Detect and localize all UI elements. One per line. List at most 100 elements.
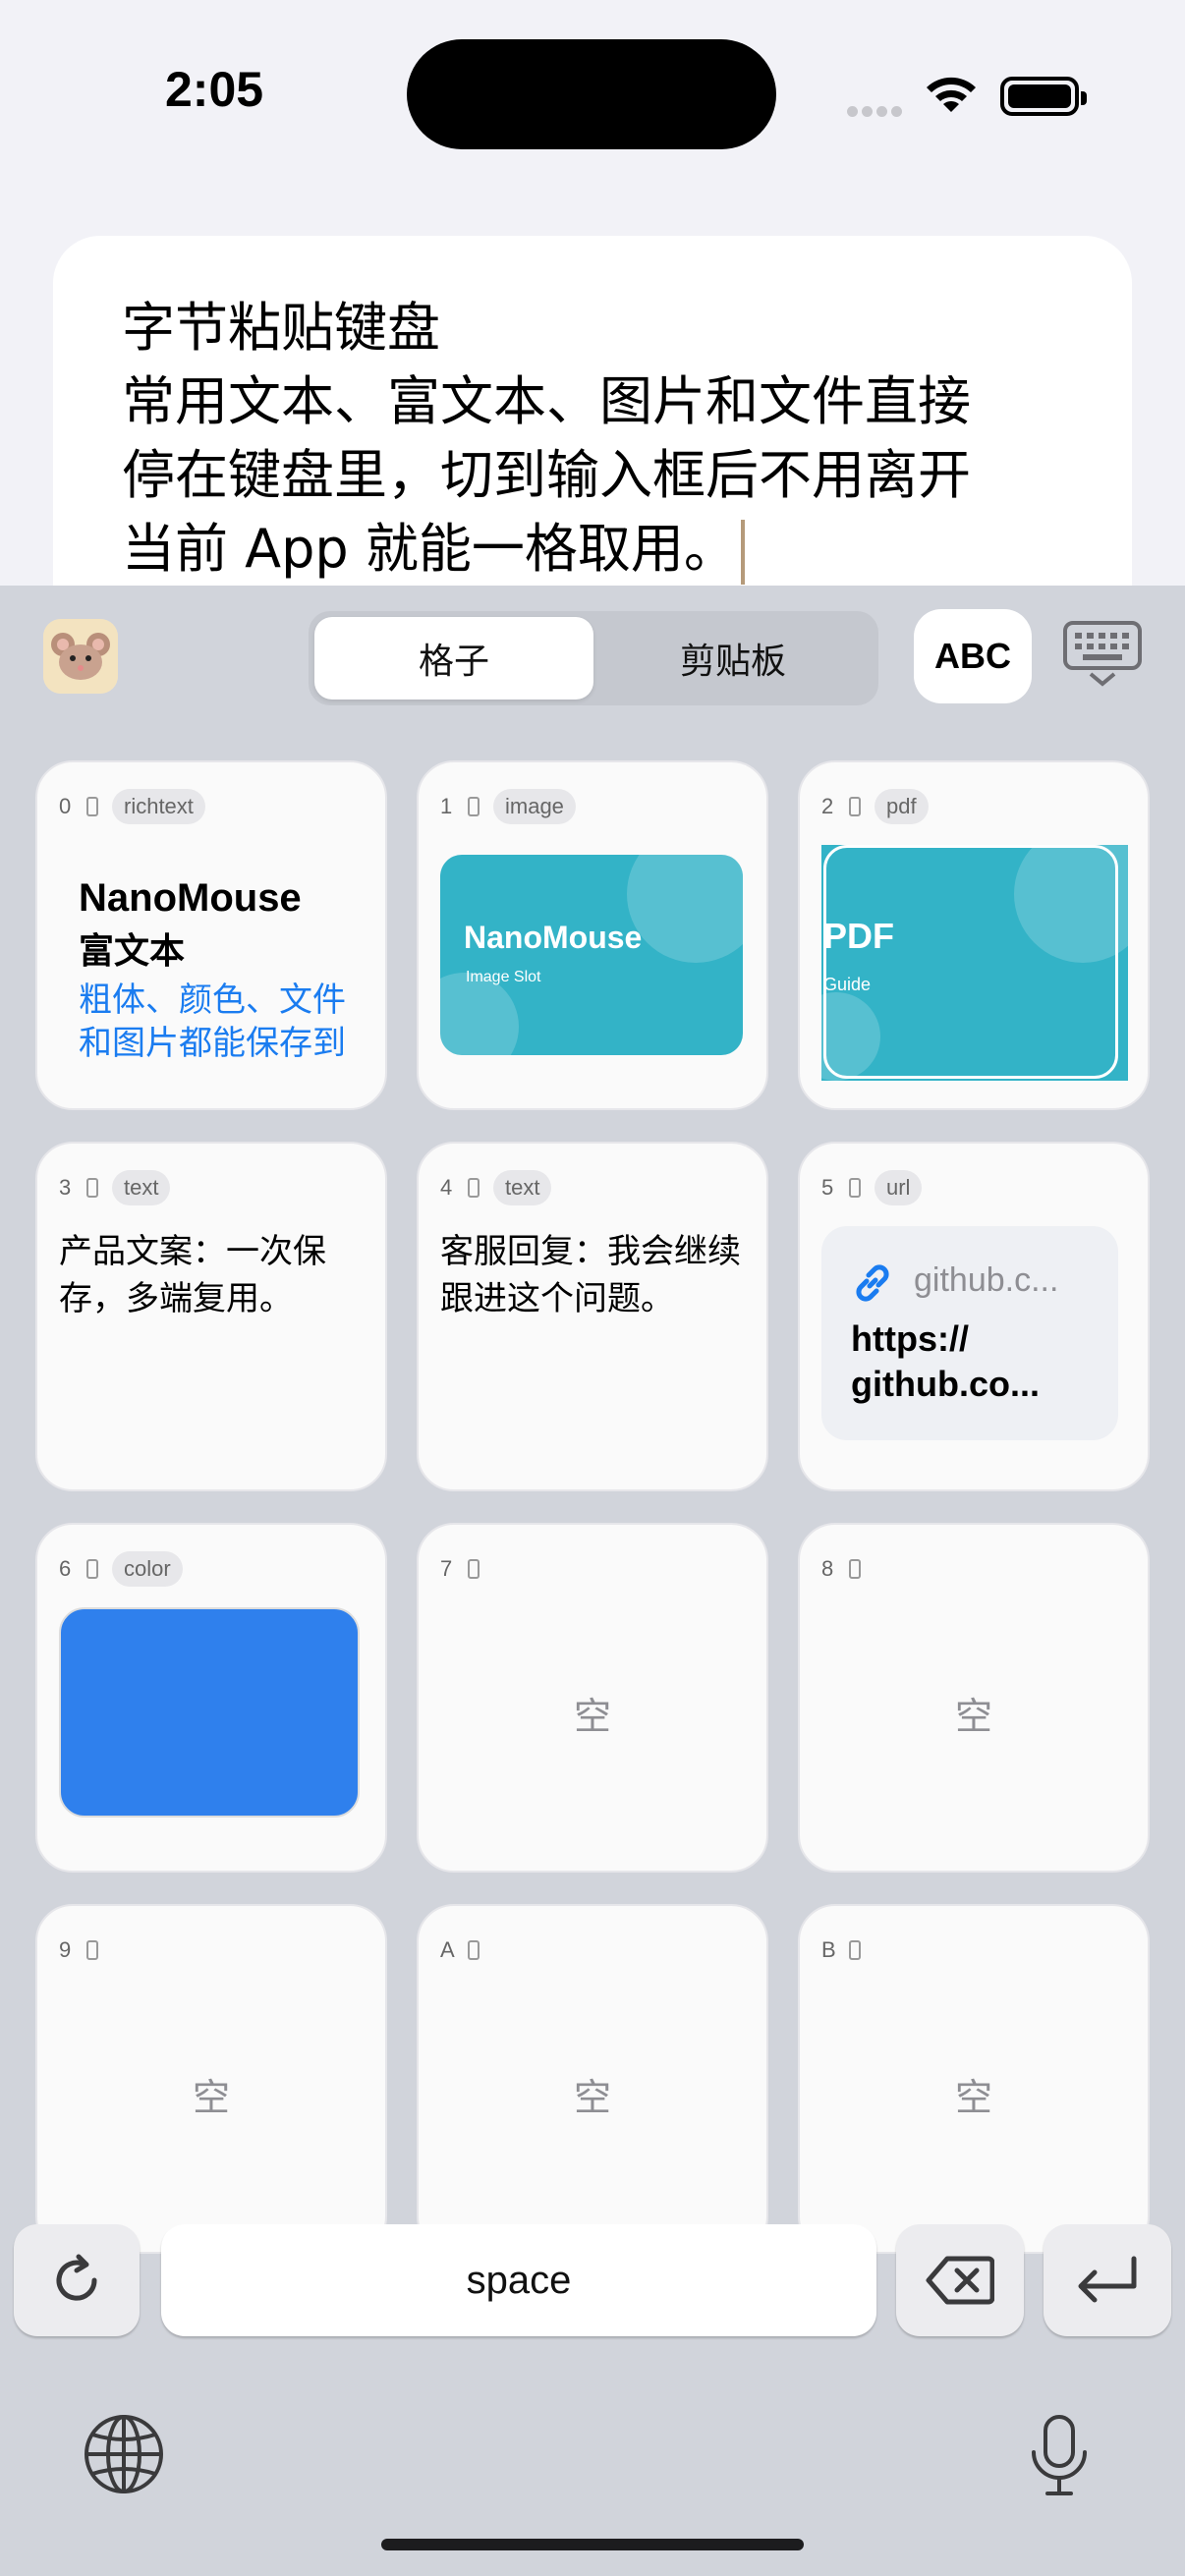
note-line: 停在键盘里，切到输入框后不用离开 xyxy=(122,444,971,506)
url-line: https:// xyxy=(851,1318,969,1359)
cell-header: 9 xyxy=(59,1932,112,1969)
text-caret xyxy=(740,520,745,586)
grid-cell-0[interactable]: 0 richtext NanoMouse 富文本 粗体、颜色、文件和图片都能保存… xyxy=(35,760,387,1110)
cell-index: 9 xyxy=(59,1937,72,1962)
cell-index: 6 xyxy=(59,1556,72,1581)
cell-index: 8 xyxy=(821,1556,834,1581)
cell-index: 7 xyxy=(440,1556,453,1581)
home-indicator xyxy=(381,2539,804,2550)
grid-cell-1[interactable]: 1 image NanoMouse Image Slot xyxy=(417,760,768,1110)
device-icon xyxy=(86,1559,98,1579)
device-icon xyxy=(849,1559,861,1579)
empty-label: 空 xyxy=(954,1695,992,1738)
pdf-thumbnail: PDF Guide xyxy=(821,845,1128,1081)
delete-key[interactable] xyxy=(896,2224,1024,2336)
device-icon xyxy=(86,1178,98,1198)
cell-header: 3 text xyxy=(59,1169,171,1206)
pdf-page-frame xyxy=(823,845,1118,1079)
grid-cell-b[interactable]: B 空 xyxy=(798,1904,1150,2254)
cell-type-tag: image xyxy=(493,789,576,824)
keyboard-toolbar: 格子 剪贴板 ABC xyxy=(0,586,1185,727)
cell-header: 8 xyxy=(821,1550,875,1588)
cell-header: 6 color xyxy=(59,1550,183,1588)
space-key[interactable]: space xyxy=(161,2224,876,2336)
grid-cell-9[interactable]: 9 空 xyxy=(35,1904,387,2254)
grid-cell-7[interactable]: 7 空 xyxy=(417,1523,768,1873)
note-line-last: 当前 App 就能一格取用。 xyxy=(122,512,1063,586)
cell-header: 2 pdf xyxy=(821,788,929,825)
mouse-app-icon[interactable] xyxy=(43,619,118,694)
empty-label: 空 xyxy=(192,2076,230,2119)
cell-type-tag: text xyxy=(112,1170,171,1205)
device-icon xyxy=(849,1940,861,1960)
device-icon xyxy=(468,1940,480,1960)
url-preview: github.c... https:// github.co... xyxy=(821,1226,1118,1440)
cell-header: 1 image xyxy=(440,788,576,825)
cell-type-tag: text xyxy=(493,1170,552,1205)
empty-label: 空 xyxy=(573,1695,611,1738)
image-title: NanoMouse xyxy=(464,920,643,955)
cell-index: 5 xyxy=(821,1175,834,1200)
richtext-preview: NanoMouse 富文本 粗体、颜色、文件和图片都能保存到格子 xyxy=(79,870,364,1069)
cell-header: 4 text xyxy=(440,1169,552,1206)
url-line: github.co... xyxy=(851,1364,1040,1404)
grid-cell-2[interactable]: 2 pdf PDF Guide xyxy=(798,760,1150,1110)
url-host: github.c... xyxy=(914,1261,1059,1299)
globe-icon[interactable] xyxy=(83,2413,165,2495)
link-icon xyxy=(856,1264,889,1302)
cell-type-tag: richtext xyxy=(112,789,205,824)
abc-button[interactable]: ABC xyxy=(914,609,1032,703)
keyboard-dismiss-icon[interactable] xyxy=(1061,619,1144,688)
empty-label: 空 xyxy=(573,2076,611,2119)
cellular-signal-icon xyxy=(847,102,906,117)
refresh-button[interactable] xyxy=(14,2224,140,2336)
device-icon xyxy=(468,1559,480,1579)
cell-index: 3 xyxy=(59,1175,72,1200)
grid-cell-8[interactable]: 8 空 xyxy=(798,1523,1150,1873)
device-icon xyxy=(468,797,480,816)
richtext-subtitle: 富文本 xyxy=(79,931,186,972)
text-preview: 产品文案：一次保存，多端复用。 xyxy=(59,1232,326,1318)
text-preview: 客服回复：我会继续跟进这个问题。 xyxy=(440,1232,741,1318)
dynamic-island xyxy=(407,39,776,149)
segment-clipboard[interactable]: 剪贴板 xyxy=(593,617,873,700)
cell-header: A xyxy=(440,1932,493,1969)
cell-index: 1 xyxy=(440,794,453,818)
richtext-body: 粗体、颜色、文件和图片都能保存到格子 xyxy=(79,980,346,1069)
grid-clipboard-segmented-control: 格子 剪贴板 xyxy=(309,611,878,705)
device-icon xyxy=(849,1178,861,1198)
pdf-title: PDF xyxy=(823,916,894,956)
url-full: https:// github.co... xyxy=(851,1316,1040,1407)
grid-cell-6[interactable]: 6 color xyxy=(35,1523,387,1873)
cell-type-tag: url xyxy=(875,1170,923,1205)
return-icon xyxy=(1078,2256,1137,2303)
grid-cell-3[interactable]: 3 text 产品文案：一次保存，多端复用。 xyxy=(35,1142,387,1491)
cell-header: 7 xyxy=(440,1550,493,1588)
image-caption: Image Slot xyxy=(466,969,541,985)
refresh-icon xyxy=(56,2254,97,2301)
cell-index: 4 xyxy=(440,1175,453,1200)
status-time: 2:05 xyxy=(165,62,264,117)
note-line: 常用文本、富文本、图片和文件直接 xyxy=(122,370,971,432)
grid-cell-5[interactable]: 5 url github.c... https:// github.co... xyxy=(798,1142,1150,1491)
cell-type-tag: pdf xyxy=(875,789,929,824)
space-key-label: space xyxy=(466,2258,572,2302)
grid-cell-4[interactable]: 4 text 客服回复：我会继续跟进这个问题。 xyxy=(417,1142,768,1491)
segment-grid[interactable]: 格子 xyxy=(314,617,593,700)
battery-icon xyxy=(1000,77,1087,116)
cell-index: B xyxy=(821,1937,836,1962)
grid-cell-a[interactable]: A 空 xyxy=(417,1904,768,2254)
image-thumbnail: NanoMouse Image Slot xyxy=(440,855,743,1055)
keyboard: 格子 剪贴板 ABC 0 richtext NanoMouse 富文本 粗体、颜… xyxy=(0,586,1185,2576)
cell-header: 0 richtext xyxy=(59,788,205,825)
cell-type-tag: color xyxy=(112,1551,183,1587)
cell-header: 5 url xyxy=(821,1169,923,1206)
pdf-caption: Guide xyxy=(823,975,872,994)
cell-index: 2 xyxy=(821,794,834,818)
empty-label: 空 xyxy=(954,2076,992,2119)
status-bar: 2:05 xyxy=(0,0,1185,167)
return-key[interactable] xyxy=(1044,2224,1171,2336)
cell-header: B xyxy=(821,1932,875,1969)
wifi-icon xyxy=(927,77,976,112)
microphone-icon[interactable] xyxy=(1028,2413,1091,2499)
